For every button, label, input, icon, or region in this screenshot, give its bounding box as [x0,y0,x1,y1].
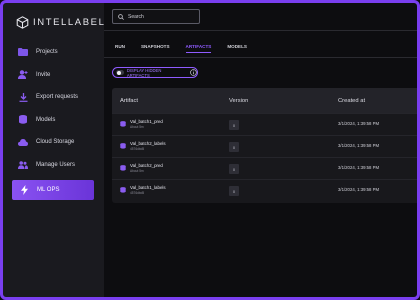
sidebar-item-export-requests[interactable]: Export requests [3,86,104,109]
sidebar-item-invite[interactable]: Invite [3,64,104,87]
app-name: INTELLABEL [33,17,106,28]
main-content: Search RUN SNAPSHOTS ARTIFACTS MODELS DI… [104,3,417,297]
sidebar-item-cloud-storage[interactable]: Cloud Storage [3,131,104,154]
table-row[interactable]: Val_batch2_labels 4576dbd5 0 3/1/2024, 1… [112,135,417,158]
artifact-subtext: 4576dbd5 [130,191,145,195]
tab-bar: RUN SNAPSHOTS ARTIFACTS MODELS [115,44,263,53]
sidebar-item-label: ML OPS [37,187,60,193]
sidebar-item-ml-ops[interactable]: ML OPS [12,180,94,200]
sidebar-item-models[interactable]: Models [3,109,104,132]
user-plus-icon [18,70,28,80]
created-at: 3/1/2024, 1:39:58 PM [338,187,380,192]
version-badge: 0 [229,186,239,196]
tab-snapshots[interactable]: SNAPSHOTS [141,44,170,53]
table-row[interactable]: Val_batch1_pred About 5m 0 3/1/2024, 1:3… [112,113,417,136]
artifact-icon [120,121,126,127]
artifact-icon [120,165,126,171]
tab-run[interactable]: RUN [115,44,125,53]
artifact-subtext: About 5m [130,125,144,129]
sidebar-item-label: Cloud Storage [36,139,75,146]
table-header: Artifact Version Created at [112,88,417,113]
cube-logo-icon [16,16,29,29]
users-icon [18,160,28,170]
sidebar-item-label: Models [36,116,56,123]
version-badge: 0 [229,120,239,130]
table-row[interactable]: Val_batch1_labels 4576dbd5 0 3/1/2024, 1… [112,179,417,202]
artifact-subtext: About 5m [130,169,144,173]
artifact-name[interactable]: Val_batch2_pred [130,163,163,168]
search-icon [118,13,124,20]
tab-divider [104,57,417,58]
cloud-icon [18,137,28,147]
sidebar-item-label: Projects [36,49,58,56]
column-header-created-at[interactable]: Created at [338,98,365,104]
sidebar-item-label: Invite [36,71,51,78]
column-header-version[interactable]: Version [229,98,248,104]
created-at: 3/1/2024, 1:39:58 PM [338,143,380,148]
download-icon [18,92,28,102]
sidebar-item-manage-users[interactable]: Manage Users [3,154,104,177]
column-header-artifact[interactable]: Artifact [120,98,138,104]
created-at: 3/1/2024, 1:39:58 PM [338,165,380,170]
header-divider [104,30,417,31]
display-hidden-artifacts-toggle[interactable]: DISPLAY HIDDEN ARTIFACTS [112,67,198,78]
tab-models[interactable]: MODELS [227,44,247,53]
toggle-label: DISPLAY HIDDEN ARTIFACTS [126,67,162,78]
created-at: 3/1/2024, 1:39:58 PM [338,121,380,126]
artifact-name[interactable]: Val_batch1_pred [130,119,163,124]
version-badge: 0 [229,164,239,174]
tab-artifacts[interactable]: ARTIFACTS [185,44,212,53]
info-icon[interactable] [190,69,197,76]
artifact-name[interactable]: Val_batch2_labels [130,141,166,146]
sidebar-nav: Projects Invite Export requests Models C… [3,41,104,200]
sidebar-item-label: Manage Users [36,161,76,168]
sidebar-item-projects[interactable]: Projects [3,41,104,64]
sidebar: INTELLABEL Projects Invite Export reques… [3,3,104,297]
artifact-icon [120,143,126,149]
sidebar-item-label: Export requests [36,94,79,101]
artifact-name[interactable]: Val_batch1_labels [130,185,166,190]
bolt-icon [19,185,29,195]
search-placeholder: Search [128,13,144,20]
artifact-subtext: 4576dbd5 [130,147,145,151]
search-input[interactable]: Search [112,9,200,24]
artifacts-table: Artifact Version Created at Val_batch1_p… [112,88,417,203]
artifact-icon [120,187,126,193]
version-badge: 0 [229,142,239,152]
folder-icon [18,47,28,57]
database-icon [18,115,28,125]
app-logo[interactable]: INTELLABEL [16,16,106,29]
table-row[interactable]: Val_batch2_pred About 5m 0 3/1/2024, 1:3… [112,157,417,180]
toggle-switch[interactable] [116,70,124,75]
